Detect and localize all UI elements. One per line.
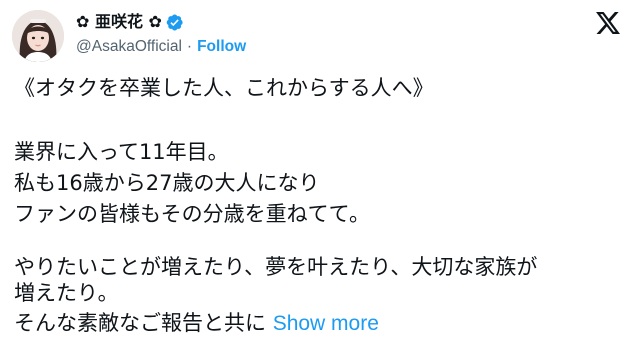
- tweet-line: ファンの皆様もその分歳を重ねてて。: [14, 202, 370, 226]
- tweet-line: 《オタクを卒業した人、これからする人へ》: [14, 76, 434, 100]
- tweet-line-text: そんな素敵なご報告と共に: [14, 311, 266, 335]
- follow-button[interactable]: Follow: [197, 38, 246, 56]
- avatar-image: [12, 10, 64, 62]
- handle-row: @AsakaOfficial · Follow: [76, 35, 246, 59]
- tweet-line: やりたいことが増えたり、夢を叶えたり、大切な家族が: [14, 255, 538, 279]
- tweet-line-last: そんな素敵なご報告と共に Show more: [14, 309, 379, 337]
- x-logo-icon[interactable]: [596, 12, 620, 34]
- show-more-link[interactable]: Show more: [273, 312, 379, 335]
- tweet-header: ✿ 亜咲花 ✿ @AsakaOfficial · Follow: [76, 10, 246, 62]
- tweet-line: 私も16歳から27歳の大人になり: [14, 171, 320, 195]
- user-handle[interactable]: @AsakaOfficial: [76, 38, 182, 56]
- tweet-line: 増えたり。: [14, 281, 119, 305]
- tweet-card: ✿ 亜咲花 ✿ @AsakaOfficial · Follow 《オタクを卒業し…: [0, 0, 641, 343]
- avatar[interactable]: [12, 10, 64, 62]
- verified-badge-icon: [165, 13, 184, 32]
- display-name[interactable]: ✿ 亜咲花 ✿: [76, 10, 162, 34]
- tweet-line: 業界に入って11年目。: [14, 140, 229, 164]
- name-row: ✿ 亜咲花 ✿: [76, 10, 246, 34]
- separator-dot: ·: [186, 38, 193, 55]
